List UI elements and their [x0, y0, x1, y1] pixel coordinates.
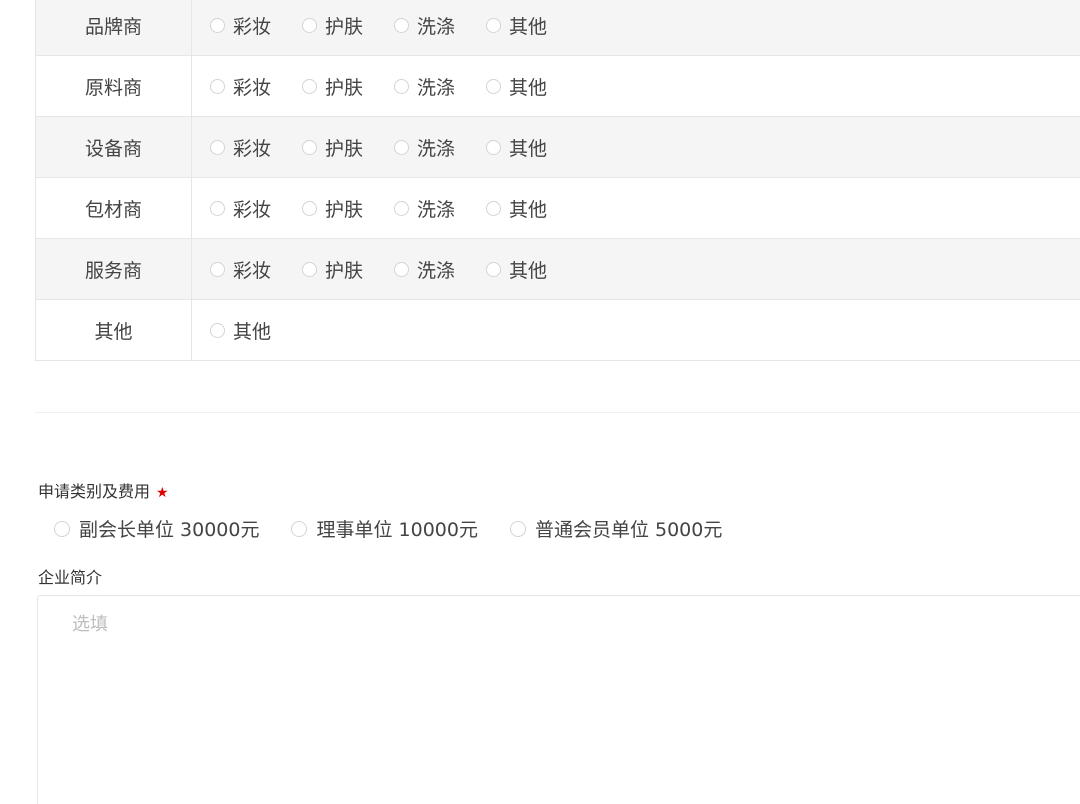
category-label: 原料商 — [36, 56, 192, 116]
category-row-material: 原料商 彩妆 护肤 洗涤 其他 — [36, 56, 1080, 117]
required-star-icon: ★ — [156, 485, 169, 501]
radio-circle-icon[interactable] — [394, 139, 410, 155]
radio-option-other[interactable]: 其他 — [486, 195, 547, 222]
category-label: 服务商 — [36, 239, 192, 299]
radio-option-makeup[interactable]: 彩妆 — [210, 134, 271, 161]
category-options: 彩妆 护肤 洗涤 其他 — [192, 178, 578, 238]
category-label: 设备商 — [36, 117, 192, 177]
radio-option-other[interactable]: 其他 — [486, 134, 547, 161]
radio-circle-icon[interactable] — [486, 139, 502, 155]
radio-circle-icon[interactable] — [302, 200, 318, 216]
radio-option-detergent[interactable]: 洗涤 — [394, 134, 455, 161]
radio-circle-icon[interactable] — [210, 139, 225, 155]
category-options: 彩妆 护肤 洗涤 其他 — [192, 0, 578, 55]
radio-option-makeup[interactable]: 彩妆 — [210, 256, 271, 283]
radio-option-vice-president[interactable]: 副会长单位 30000元 — [54, 515, 259, 542]
radio-circle-icon[interactable] — [210, 261, 225, 277]
radio-circle-icon[interactable] — [302, 139, 318, 155]
radio-option-detergent[interactable]: 洗涤 — [394, 195, 455, 222]
radio-circle-icon[interactable] — [394, 261, 410, 277]
company-intro-label: 企业简介 — [38, 568, 103, 587]
radio-circle-icon[interactable] — [509, 520, 526, 537]
category-row-packaging: 包材商 彩妆 护肤 洗涤 其他 — [36, 178, 1080, 239]
radio-option-skincare[interactable]: 护肤 — [302, 73, 363, 100]
category-options: 其他 — [192, 300, 302, 360]
radio-option-skincare[interactable]: 护肤 — [302, 195, 363, 222]
radio-circle-icon[interactable] — [210, 322, 225, 338]
category-options: 彩妆 护肤 洗涤 其他 — [192, 56, 578, 116]
radio-option-detergent[interactable]: 洗涤 — [394, 256, 455, 283]
radio-option-other[interactable]: 其他 — [486, 256, 547, 283]
radio-option-director[interactable]: 理事单位 10000元 — [291, 515, 478, 542]
category-label: 包材商 — [36, 178, 192, 238]
radio-circle-icon[interactable] — [486, 17, 502, 33]
category-row-brand: 品牌商 彩妆 护肤 洗涤 其他 — [36, 0, 1080, 56]
radio-option-other[interactable]: 其他 — [210, 317, 271, 344]
radio-option-makeup[interactable]: 彩妆 — [210, 73, 271, 100]
radio-circle-icon[interactable] — [210, 78, 225, 94]
radio-circle-icon[interactable] — [54, 520, 70, 537]
radio-circle-icon[interactable] — [302, 78, 318, 94]
radio-option-other[interactable]: 其他 — [486, 73, 547, 100]
application-fee-label: 申请类别及费用 ★ — [38, 478, 169, 502]
radio-option-other[interactable]: 其他 — [486, 12, 547, 39]
radio-circle-icon[interactable] — [302, 17, 318, 33]
radio-circle-icon[interactable] — [210, 17, 225, 33]
category-table: 品牌商 彩妆 护肤 洗涤 其他 原料商 彩妆 护肤 洗涤 其他 设备商 彩妆 护… — [35, 0, 1080, 361]
radio-circle-icon[interactable] — [486, 78, 502, 94]
application-fee-options: 副会长单位 30000元 理事单位 10000元 普通会员单位 5000元 — [54, 515, 754, 542]
radio-option-makeup[interactable]: 彩妆 — [210, 12, 271, 39]
radio-option-skincare[interactable]: 护肤 — [302, 256, 363, 283]
radio-option-ordinary-member[interactable]: 普通会员单位 5000元 — [509, 515, 722, 542]
radio-circle-icon[interactable] — [394, 200, 410, 216]
radio-option-makeup[interactable]: 彩妆 — [210, 195, 271, 222]
category-label: 品牌商 — [36, 0, 192, 55]
category-options: 彩妆 护肤 洗涤 其他 — [192, 117, 578, 177]
section-divider — [35, 412, 1080, 413]
radio-circle-icon[interactable] — [394, 17, 410, 33]
category-row-other: 其他 其他 — [36, 300, 1080, 361]
radio-circle-icon[interactable] — [302, 261, 318, 277]
category-options: 彩妆 护肤 洗涤 其他 — [192, 239, 578, 299]
radio-circle-icon[interactable] — [394, 78, 410, 94]
category-row-service: 服务商 彩妆 护肤 洗涤 其他 — [36, 239, 1080, 300]
radio-circle-icon[interactable] — [486, 261, 502, 277]
radio-circle-icon[interactable] — [486, 200, 502, 216]
radio-option-detergent[interactable]: 洗涤 — [394, 12, 455, 39]
radio-option-detergent[interactable]: 洗涤 — [394, 73, 455, 100]
radio-option-skincare[interactable]: 护肤 — [302, 134, 363, 161]
radio-option-skincare[interactable]: 护肤 — [302, 12, 363, 39]
application-fee-label-text: 申请类别及费用 — [38, 482, 151, 501]
category-row-equipment: 设备商 彩妆 护肤 洗涤 其他 — [36, 117, 1080, 178]
radio-circle-icon[interactable] — [291, 520, 308, 537]
category-label: 其他 — [36, 300, 192, 360]
radio-circle-icon[interactable] — [210, 200, 225, 216]
membership-form-page: 品牌商 彩妆 护肤 洗涤 其他 原料商 彩妆 护肤 洗涤 其他 设备商 彩妆 护… — [0, 0, 1080, 804]
company-intro-textarea[interactable] — [37, 595, 1080, 804]
